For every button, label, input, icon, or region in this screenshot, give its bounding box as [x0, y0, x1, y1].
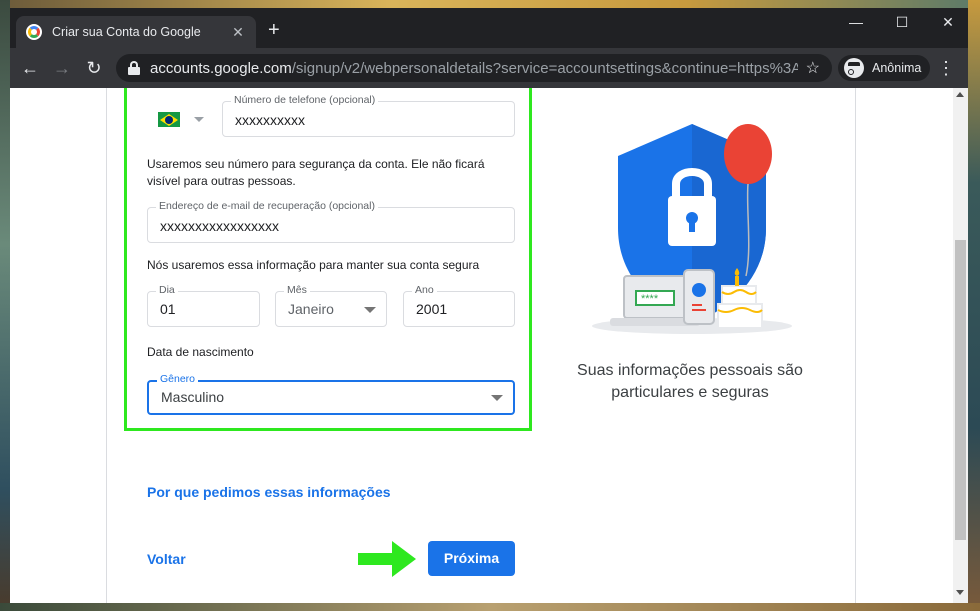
- back-link[interactable]: Voltar: [147, 551, 186, 567]
- security-illustration: ****: [592, 124, 792, 334]
- incognito-badge[interactable]: Anônima: [838, 55, 930, 81]
- card-border-left: [106, 88, 107, 603]
- desktop-background-bottom: [0, 603, 980, 611]
- reload-icon[interactable]: ↻: [82, 56, 106, 80]
- desktop-background-right: [968, 0, 980, 611]
- balloon-icon: [724, 124, 772, 184]
- signup-page: Número de telefone (opcional) xxxxxxxxxx…: [10, 88, 968, 603]
- brazil-flag-globe: [165, 116, 173, 124]
- green-highlight-box: [124, 88, 532, 431]
- url-text[interactable]: accounts.google.com/signup/v2/webpersona…: [150, 60, 798, 77]
- new-tab-button[interactable]: +: [268, 20, 280, 40]
- privacy-caption: Suas informações pessoais são particular…: [577, 362, 803, 401]
- google-favicon-icon: [26, 24, 42, 40]
- active-tab[interactable]: Criar sua Conta do Google ✕: [16, 16, 256, 48]
- green-arrow-icon: [358, 541, 416, 577]
- address-bar[interactable]: accounts.google.com/signup/v2/webpersona…: [116, 54, 832, 82]
- browser-toolbar: ← → ↻ accounts.google.com/signup/v2/webp…: [10, 48, 968, 88]
- browser-window: Criar sua Conta do Google ✕ + — ☐ ✕ ← → …: [10, 8, 968, 603]
- minimize-button[interactable]: —: [846, 14, 866, 30]
- tab-close-icon[interactable]: ✕: [230, 24, 246, 41]
- next-button[interactable]: Próxima: [428, 541, 515, 576]
- page-scrollbar[interactable]: [953, 88, 968, 603]
- desktop-background-top: [0, 0, 980, 8]
- scroll-up-arrow-icon[interactable]: [956, 92, 964, 97]
- forward-arrow-icon[interactable]: →: [50, 56, 74, 80]
- incognito-label: Anônima: [872, 61, 922, 75]
- bookmark-star-icon[interactable]: ☆: [806, 58, 820, 78]
- scroll-thumb[interactable]: [955, 240, 966, 540]
- back-arrow-icon[interactable]: ←: [18, 56, 42, 80]
- incognito-icon: [844, 58, 864, 78]
- tab-bar: Criar sua Conta do Google ✕ + — ☐ ✕: [10, 8, 968, 48]
- scroll-down-arrow-icon[interactable]: [956, 590, 964, 595]
- maximize-button[interactable]: ☐: [892, 14, 912, 31]
- card-border-right: [855, 88, 856, 603]
- tab-title: Criar sua Conta do Google: [52, 25, 201, 39]
- svg-text:****: ****: [641, 293, 659, 305]
- lock-icon[interactable]: [128, 61, 140, 75]
- desktop-background-left: [0, 0, 10, 611]
- close-window-button[interactable]: ✕: [938, 14, 958, 31]
- browser-menu-icon[interactable]: ⋮: [936, 58, 956, 78]
- why-we-ask-link[interactable]: Por que pedimos essas informações: [147, 484, 391, 500]
